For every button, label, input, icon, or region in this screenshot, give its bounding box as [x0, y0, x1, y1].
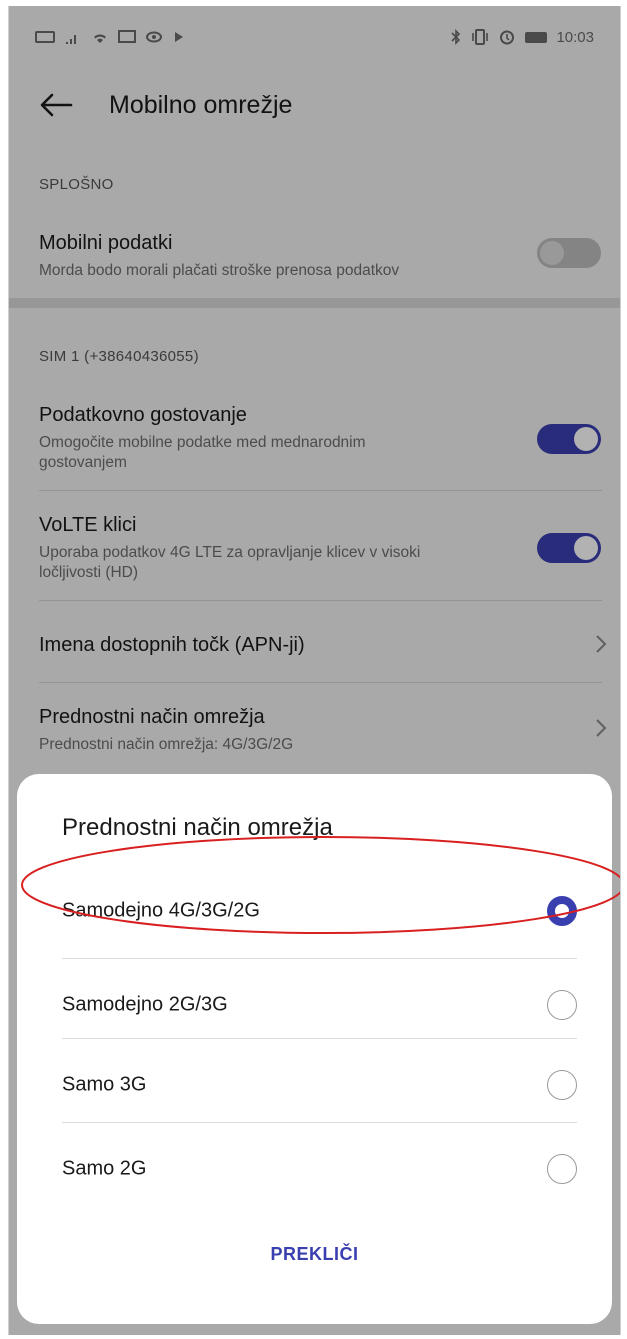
option-only-3g[interactable]: Samo 3G [17, 1038, 612, 1132]
option-only-2g[interactable]: Samo 2G [17, 1122, 612, 1216]
radio-unselected[interactable] [547, 990, 577, 1020]
option-label: Samo 3G [62, 1073, 147, 1096]
radio-unselected[interactable] [547, 1070, 577, 1100]
annotation-ellipse [21, 836, 620, 934]
cancel-button[interactable]: PREKLIČI [17, 1244, 612, 1265]
option-label: Samo 2G [62, 1157, 147, 1180]
radio-unselected[interactable] [547, 1154, 577, 1184]
phone-screen: 10:03 Mobilno omrežje SPLOŠNO Mobilni po… [8, 6, 621, 1335]
option-label: Samodejno 2G/3G [62, 993, 228, 1016]
